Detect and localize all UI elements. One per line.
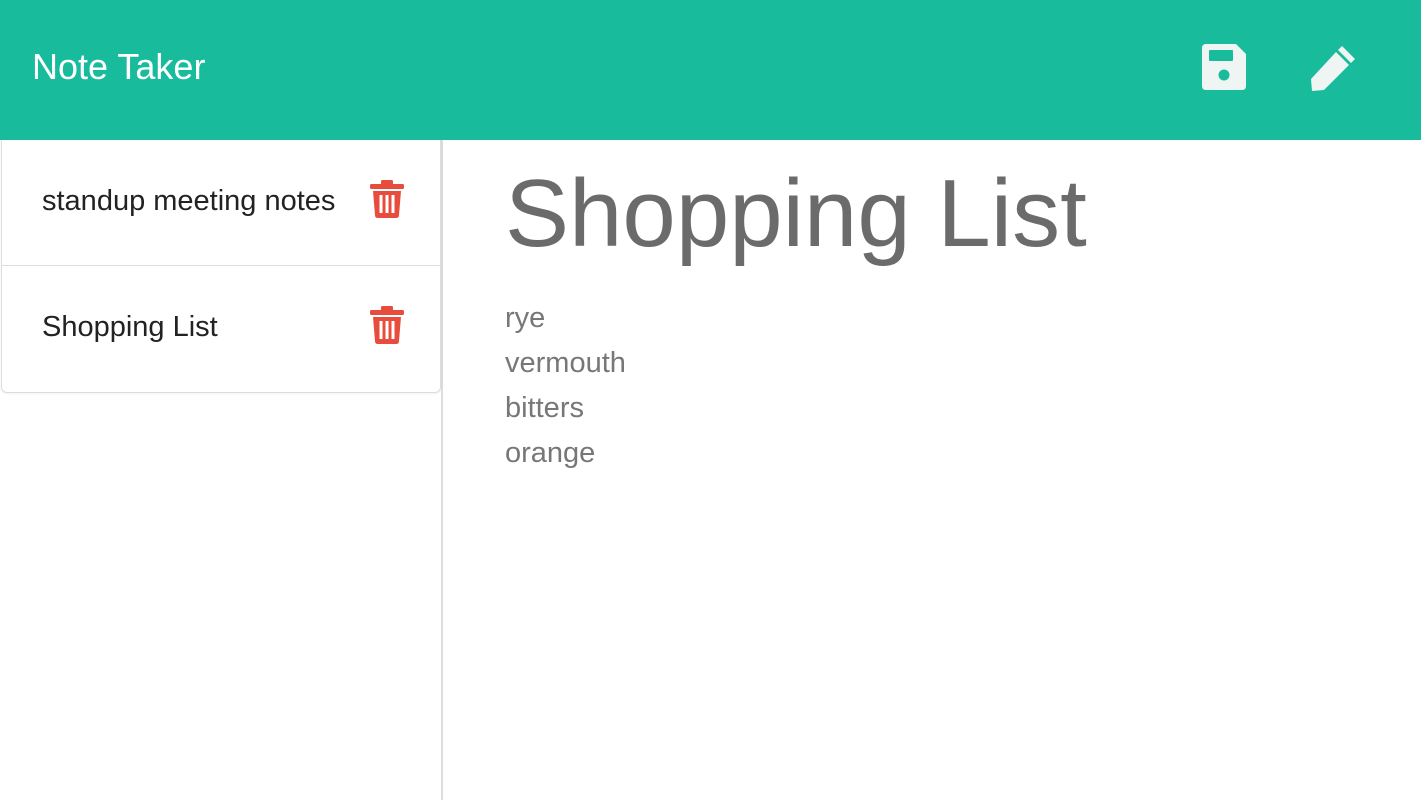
floppy-disk-icon bbox=[1199, 42, 1249, 92]
note-list: standup meeting notes Shopping List bbox=[1, 140, 441, 393]
note-text-area[interactable]: rye vermouth bitters orange bbox=[505, 296, 1365, 476]
note-text-line: orange bbox=[505, 437, 596, 469]
app-title[interactable]: Note Taker bbox=[32, 44, 205, 90]
note-list-item[interactable]: Shopping List bbox=[2, 266, 440, 392]
note-text-line: bitters bbox=[505, 392, 584, 424]
note-list-item[interactable]: standup meeting notes bbox=[2, 140, 440, 266]
note-text-line: vermouth bbox=[505, 347, 626, 379]
notes-sidebar: standup meeting notes Shopping List bbox=[0, 140, 443, 800]
trash-icon[interactable] bbox=[370, 306, 404, 344]
note-list-item-title[interactable]: standup meeting notes bbox=[42, 182, 335, 220]
note-text-line: rye bbox=[505, 302, 546, 334]
new-note-button[interactable] bbox=[1309, 42, 1359, 92]
note-title-field[interactable]: Shopping List bbox=[505, 158, 1087, 270]
note-list-item-title[interactable]: Shopping List bbox=[42, 308, 218, 346]
save-note-button[interactable] bbox=[1199, 42, 1249, 92]
pencil-icon bbox=[1309, 42, 1359, 92]
trash-icon[interactable] bbox=[370, 180, 404, 218]
navbar: Note Taker bbox=[0, 0, 1421, 140]
note-editor: Shopping List rye vermouth bitters orang… bbox=[443, 140, 1421, 800]
